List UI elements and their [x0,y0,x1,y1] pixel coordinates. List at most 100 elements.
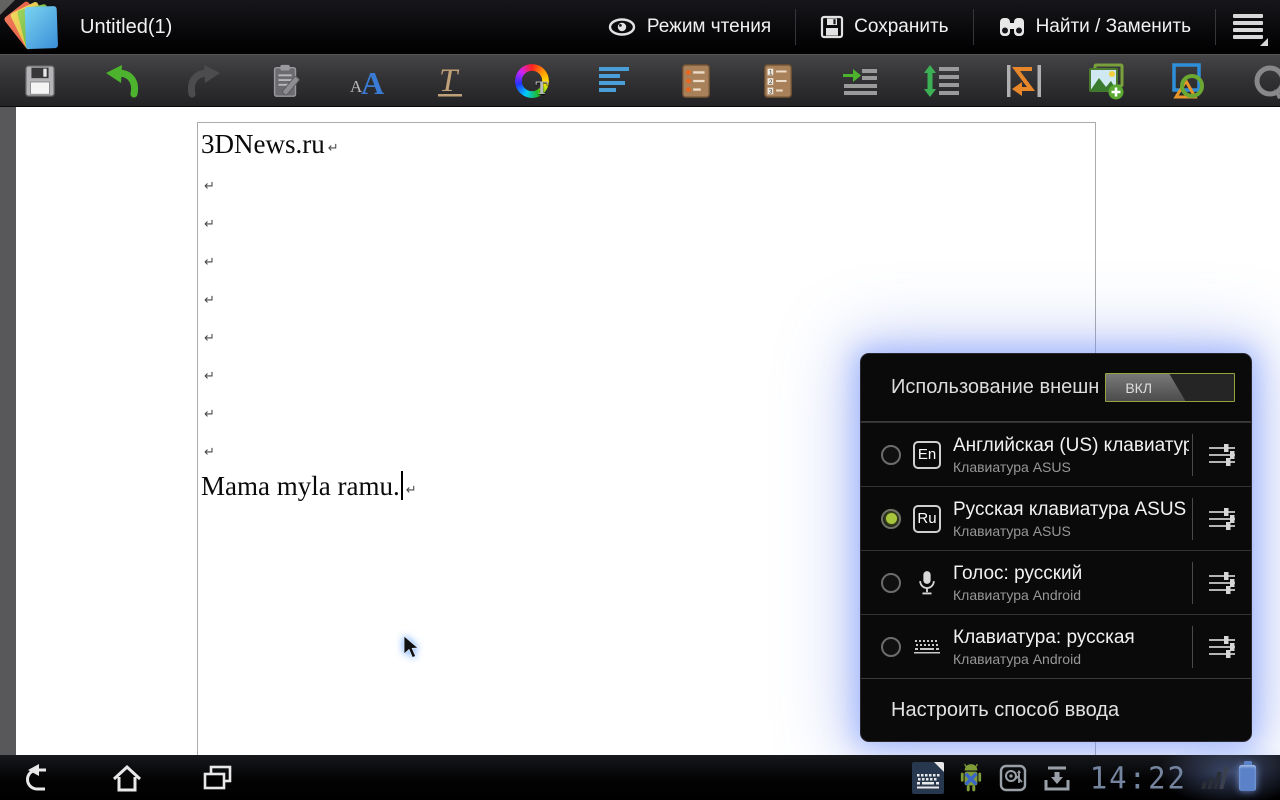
top-bar: Untitled(1) Режим чтения Сохранить [0,0,1280,54]
more-tools-icon [1250,61,1280,101]
reading-mode-button[interactable]: Режим чтения [583,0,795,54]
polaris-office-logo-icon [16,5,68,51]
menu-icon [1233,14,1263,40]
line-spacing-icon [922,61,962,101]
document-edge-strip [0,107,16,755]
eye-icon [607,16,637,38]
sliders-icon [1207,632,1237,662]
back-button[interactable] [18,759,56,797]
sliders-icon [1207,504,1237,534]
more-tools-button[interactable] [1250,61,1280,101]
bullet-list-button[interactable] [676,61,716,101]
doc-heading-line: 3DNews.ru↵ [201,125,1089,163]
screen: Untitled(1) Режим чтения Сохранить [0,0,1280,800]
ime-option-voice-russian[interactable]: Голос: русский Клавиатура Android [861,550,1251,614]
external-keyboard-label: Использование внешней [891,376,1099,399]
text-wrap-button[interactable] [1004,61,1044,101]
font-button[interactable]: A A [348,61,388,101]
indent-icon [840,61,880,101]
paragraph-mark: ↵ [204,369,215,384]
doc-empty-line: ↵ [201,201,1089,239]
ime-option-title: Голос: русский [953,563,1189,585]
binoculars-icon [998,15,1026,39]
clock[interactable]: 14:22 [1090,760,1187,796]
usb-storage-icon[interactable] [998,763,1028,793]
configure-input-methods-button[interactable]: Настроить способ ввода [861,678,1251,741]
recent-apps-icon [199,760,235,796]
configure-input-label: Настроить способ ввода [891,699,1119,722]
ime-popup-header: Использование внешней ВКЛ [861,354,1251,422]
align-button[interactable] [594,61,634,101]
microphone-icon [917,569,937,597]
paragraph-align-icon [594,61,634,101]
insert-shape-button[interactable] [1168,61,1208,101]
doc-empty-line: ↵ [201,163,1089,201]
paste-icon [267,62,305,100]
numbered-list-button[interactable]: 1 2 3 [758,61,798,101]
font-color-icon: T [515,64,549,98]
find-replace-label: Найти / Заменить [1036,16,1191,38]
insert-shape-icon [1168,61,1208,101]
system-bar: 14:22 [0,755,1280,800]
doc-empty-line: ↵ [201,315,1089,353]
insert-image-button[interactable] [1086,61,1126,101]
ime-option-keyboard-russian[interactable]: Клавиатура: русская Клавиатура Android [861,614,1251,678]
keyboard-icon [914,639,940,654]
font-color-button[interactable]: T [512,61,552,101]
sliders-icon [1207,440,1237,470]
line-spacing-button[interactable] [922,61,962,101]
radio-button-selected[interactable] [881,509,901,529]
doc-empty-line: ↵ [201,239,1089,277]
save-label: Сохранить [854,16,948,38]
top-actions: Режим чтения Сохранить [583,0,1280,54]
radio-button[interactable] [881,573,901,593]
navigation-buttons [18,755,236,800]
mouse-cursor [403,635,422,661]
numbered-list-icon: 1 2 3 [759,61,797,101]
save-button[interactable]: Сохранить [796,0,972,54]
overflow-menu-button[interactable] [1216,0,1280,54]
external-keyboard-toggle[interactable]: ВКЛ [1105,373,1235,402]
ime-option-title: Русская клавиатура ASUS [953,499,1189,521]
ime-settings-button[interactable] [1193,551,1251,615]
find-replace-button[interactable]: Найти / Заменить [974,0,1215,54]
paste-button[interactable] [266,61,306,101]
ime-settings-button[interactable] [1193,487,1251,551]
paragraph-mark: ↵ [204,331,215,346]
document-title: Untitled(1) [80,0,172,54]
paragraph-mark: ↵ [204,217,215,232]
save-icon [21,62,59,100]
android-debug-icon[interactable] [957,762,985,794]
paragraph-mark: ↵ [204,445,215,460]
download-icon[interactable] [1041,763,1073,793]
ime-option-title: Английская (US) клавиатура [953,435,1189,457]
status-tray[interactable]: 14:22 [912,755,1256,800]
ime-settings-button[interactable] [1193,615,1251,679]
home-button[interactable] [108,759,146,797]
sliders-icon [1207,568,1237,598]
ime-option-title: Клавиатура: русская [953,627,1189,649]
input-method-popup: Использование внешней ВКЛ En Английская … [860,353,1252,742]
radio-button[interactable] [881,445,901,465]
ime-settings-button[interactable] [1193,423,1251,487]
svg-text:T: T [439,63,460,99]
svg-text:A: A [361,65,384,101]
redo-button[interactable] [184,61,224,101]
battery-icon [1239,765,1256,791]
doc-empty-line: ↵ [201,277,1089,315]
radio-button[interactable] [881,637,901,657]
text-style-button[interactable]: T [430,61,470,101]
back-icon [19,760,55,796]
ime-option-english-us[interactable]: En Английская (US) клавиатура Клавиатура… [861,422,1251,486]
save-button[interactable] [20,61,60,101]
insert-image-icon [1086,61,1126,101]
paragraph-mark: ↵ [204,179,215,194]
font-size-icon: A A [348,61,388,101]
ime-option-russian-asus[interactable]: Ru Русская клавиатура ASUS Клавиатура AS… [861,486,1251,550]
keyboard-ime-tray-icon[interactable] [912,762,944,794]
undo-button[interactable] [102,61,142,101]
recent-apps-button[interactable] [198,759,236,797]
indent-button[interactable] [840,61,880,101]
floppy-icon [820,15,844,39]
paragraph-mark: ↵ [328,141,339,156]
